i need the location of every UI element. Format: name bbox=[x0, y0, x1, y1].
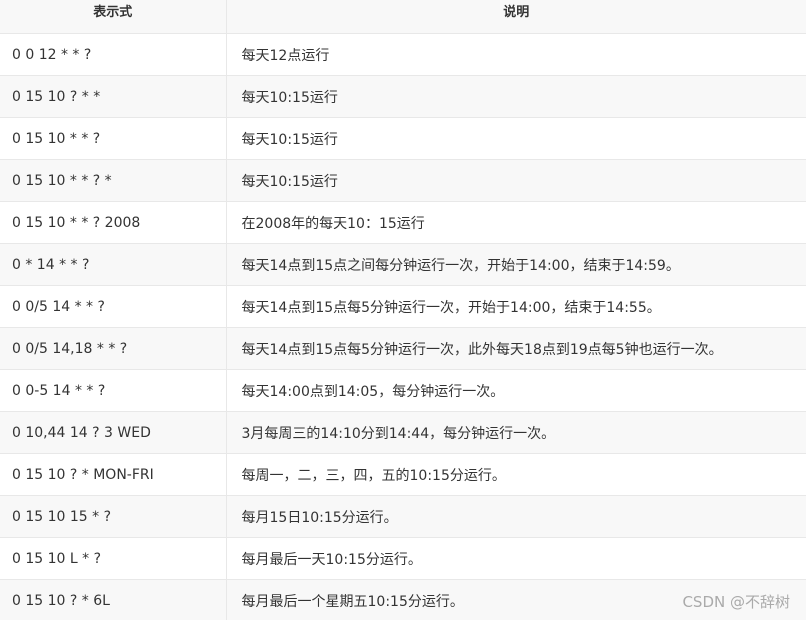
table-row: 0 15 10 ? * * 每天10:15运行 bbox=[0, 75, 806, 118]
table-row: 0 15 10 L * ? 每月最后一天10:15分运行。 bbox=[0, 537, 806, 580]
description-cell: 每天10:15运行 bbox=[226, 159, 806, 202]
description-cell: 每天10:15运行 bbox=[226, 75, 806, 118]
column-header-expression: 表示式 bbox=[0, 0, 227, 34]
table-header-row: 表示式 说明 bbox=[0, 0, 806, 34]
cron-expression-cell: 0 15 10 15 * ? bbox=[0, 495, 227, 538]
cron-expression-cell: 0 15 10 ? * MON-FRI bbox=[0, 453, 227, 496]
table-row: 0 15 10 * * ? * 每天10:15运行 bbox=[0, 159, 806, 202]
table-row: 0 * 14 * * ? 每天14点到15点之间每分钟运行一次，开始于14:00，… bbox=[0, 243, 806, 286]
description-cell: 每天14点到15点之间每分钟运行一次，开始于14:00，结束于14:59。 bbox=[226, 243, 806, 286]
description-cell: 每天14点到15点每5分钟运行一次，开始于14:00，结束于14:55。 bbox=[226, 285, 806, 328]
cron-expression-table: 表示式 说明 0 0 12 * * ? 每天12点运行 0 15 10 ? * * 每… bbox=[0, 0, 806, 620]
table-row: 0 0 12 * * ? 每天12点运行 bbox=[0, 33, 806, 76]
cron-expression-cell: 0 0-5 14 * * ? bbox=[0, 369, 227, 412]
description-cell: 每月最后一天10:15分运行。 bbox=[226, 537, 806, 580]
column-header-description: 说明 bbox=[226, 0, 806, 34]
table-row: 0 15 10 15 * ? 每月15日10:15分运行。 bbox=[0, 495, 806, 538]
cron-expression-cell: 0 15 10 ? * * bbox=[0, 75, 227, 118]
table-body: 0 0 12 * * ? 每天12点运行 0 15 10 ? * * 每天10:15运… bbox=[0, 33, 806, 620]
description-cell: 每天12点运行 bbox=[226, 33, 806, 76]
table-row: 0 15 10 ? * MON-FRI 每周一，二，三，四，五的10:15分运行。 bbox=[0, 453, 806, 496]
description-cell: 每天10:15运行 bbox=[226, 117, 806, 160]
cron-expression-cell: 0 15 10 L * ? bbox=[0, 537, 227, 580]
description-cell: 3月每周三的14:10分到14:44，每分钟运行一次。 bbox=[226, 411, 806, 454]
cron-expression-cell: 0 0/5 14,18 * * ? bbox=[0, 327, 227, 370]
description-cell: 每天14:00点到14:05，每分钟运行一次。 bbox=[226, 369, 806, 412]
table-row: 0 15 10 * * ? 2008 在2008年的每天10：15运行 bbox=[0, 201, 806, 244]
table-row: 0 0/5 14,18 * * ? 每天14点到15点每5分钟运行一次，此外每天1… bbox=[0, 327, 806, 370]
cron-expression-cell: 0 * 14 * * ? bbox=[0, 243, 227, 286]
cron-expression-cell: 0 0/5 14 * * ? bbox=[0, 285, 227, 328]
table-row: 0 15 10 * * ? 每天10:15运行 bbox=[0, 117, 806, 160]
cron-expression-cell: 0 0 12 * * ? bbox=[0, 33, 227, 76]
cron-expression-cell: 0 10,44 14 ? 3 WED bbox=[0, 411, 227, 454]
table-row: 0 10,44 14 ? 3 WED 3月每周三的14:10分到14:44，每分钟… bbox=[0, 411, 806, 454]
description-cell: 每天14点到15点每5分钟运行一次，此外每天18点到19点每5钟也运行一次。 bbox=[226, 327, 806, 370]
description-cell: 每月15日10:15分运行。 bbox=[226, 495, 806, 538]
cron-expression-cell: 0 15 10 * * ? * bbox=[0, 159, 227, 202]
table-row: 0 0-5 14 * * ? 每天14:00点到14:05，每分钟运行一次。 bbox=[0, 369, 806, 412]
cron-expression-cell: 0 15 10 ? * 6L bbox=[0, 579, 227, 620]
description-cell: 每周一，二，三，四，五的10:15分运行。 bbox=[226, 453, 806, 496]
cron-expression-cell: 0 15 10 * * ? bbox=[0, 117, 227, 160]
watermark: CSDN @不辞树 bbox=[682, 593, 790, 611]
description-cell: 在2008年的每天10：15运行 bbox=[226, 201, 806, 244]
table-row: 0 0/5 14 * * ? 每天14点到15点每5分钟运行一次，开始于14:00… bbox=[0, 285, 806, 328]
cron-expression-cell: 0 15 10 * * ? 2008 bbox=[0, 201, 227, 244]
